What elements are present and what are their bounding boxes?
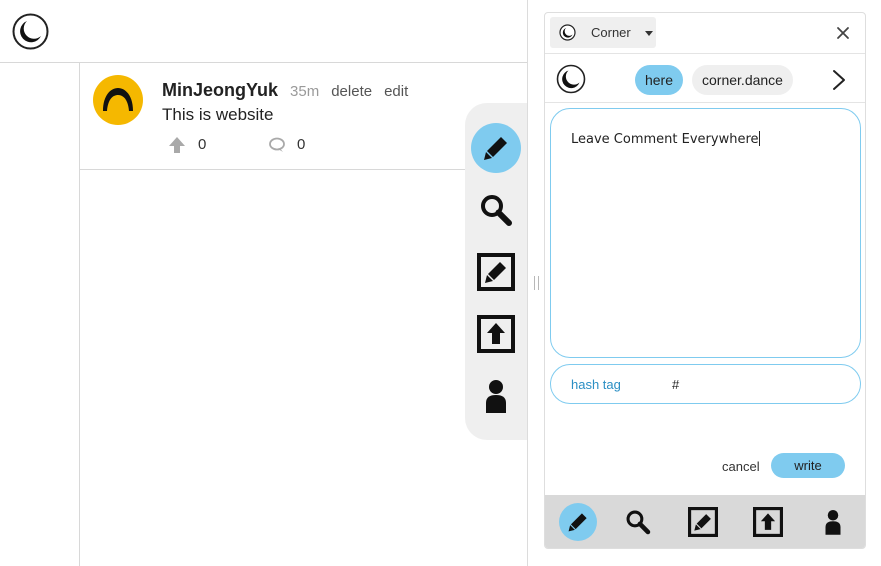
footer-search-button[interactable]	[619, 503, 657, 541]
extension-header: Corner	[545, 13, 865, 54]
edit-box-icon	[688, 507, 718, 537]
post-timestamp: 35m	[290, 83, 320, 100]
footer-pencil-button[interactable]	[559, 503, 597, 541]
search-icon	[481, 195, 512, 226]
write-button[interactable]: write	[771, 453, 845, 478]
chevron-right-icon[interactable]	[831, 68, 847, 92]
moon-logo-icon	[559, 24, 576, 41]
cancel-button[interactable]: cancel	[722, 459, 760, 474]
upload-box-icon	[477, 315, 515, 353]
avatar[interactable]	[93, 75, 143, 125]
upvote-count: 0	[198, 136, 207, 153]
edit-box-icon	[477, 253, 515, 291]
upload-box-icon	[753, 507, 783, 537]
post-header: MinJeongYuk 35m delete edit	[162, 80, 408, 102]
post-item: MinJeongYuk 35m delete edit This is webs…	[80, 63, 528, 170]
upvote-arrow-icon[interactable]	[168, 136, 186, 154]
comment-text: Leave Comment Everywhere	[571, 132, 759, 147]
pencil-icon	[568, 513, 587, 532]
hashtag-input[interactable]: hash tag #	[550, 364, 861, 404]
user-icon	[825, 510, 841, 535]
text-cursor	[758, 131, 760, 146]
moon-logo-icon[interactable]	[12, 13, 49, 50]
split-divider	[527, 0, 528, 566]
comment-count: 0	[297, 136, 306, 153]
main-page: MinJeongYuk 35m delete edit This is webs…	[0, 0, 528, 566]
edit-link[interactable]: edit	[384, 83, 408, 100]
scope-tabs-bar: here corner.dance	[545, 54, 865, 103]
delete-link[interactable]: delete	[331, 83, 372, 100]
tool-panel	[465, 103, 528, 440]
resize-handle[interactable]	[534, 276, 540, 290]
user-icon	[486, 380, 506, 413]
tool-user-button[interactable]	[471, 371, 521, 421]
close-icon[interactable]	[834, 24, 852, 42]
chevron-down-icon	[645, 31, 653, 36]
comment-textarea[interactable]: Leave Comment Everywhere	[550, 108, 861, 358]
moon-logo-icon[interactable]	[556, 64, 586, 94]
tool-search-button[interactable]	[471, 185, 521, 235]
tab-domain[interactable]: corner.dance	[692, 65, 793, 95]
footer-upload-button[interactable]	[749, 503, 787, 541]
footer-user-button[interactable]	[814, 503, 852, 541]
hashtag-label: hash tag	[571, 377, 621, 392]
pencil-icon	[484, 137, 507, 160]
post-stats: 0 0	[168, 135, 328, 155]
extension-footer-nav	[545, 495, 865, 548]
search-icon	[626, 510, 651, 535]
footer-edit-button[interactable]	[684, 503, 722, 541]
site-select-dropdown[interactable]: Corner	[550, 17, 656, 48]
top-bar	[0, 0, 528, 63]
tab-here[interactable]: here	[635, 65, 683, 95]
post-username[interactable]: MinJeongYuk	[162, 80, 278, 101]
extension-panel: Corner here corner.dance Leave Comment E…	[544, 12, 866, 549]
site-select-value: Corner	[591, 25, 631, 40]
tool-pencil-button[interactable]	[471, 123, 521, 173]
post-text: This is website	[162, 105, 274, 124]
tool-upload-button[interactable]	[471, 309, 521, 359]
hashtag-value: #	[672, 377, 680, 392]
tool-edit-button[interactable]	[471, 247, 521, 297]
comment-bubble-icon[interactable]	[268, 136, 286, 154]
